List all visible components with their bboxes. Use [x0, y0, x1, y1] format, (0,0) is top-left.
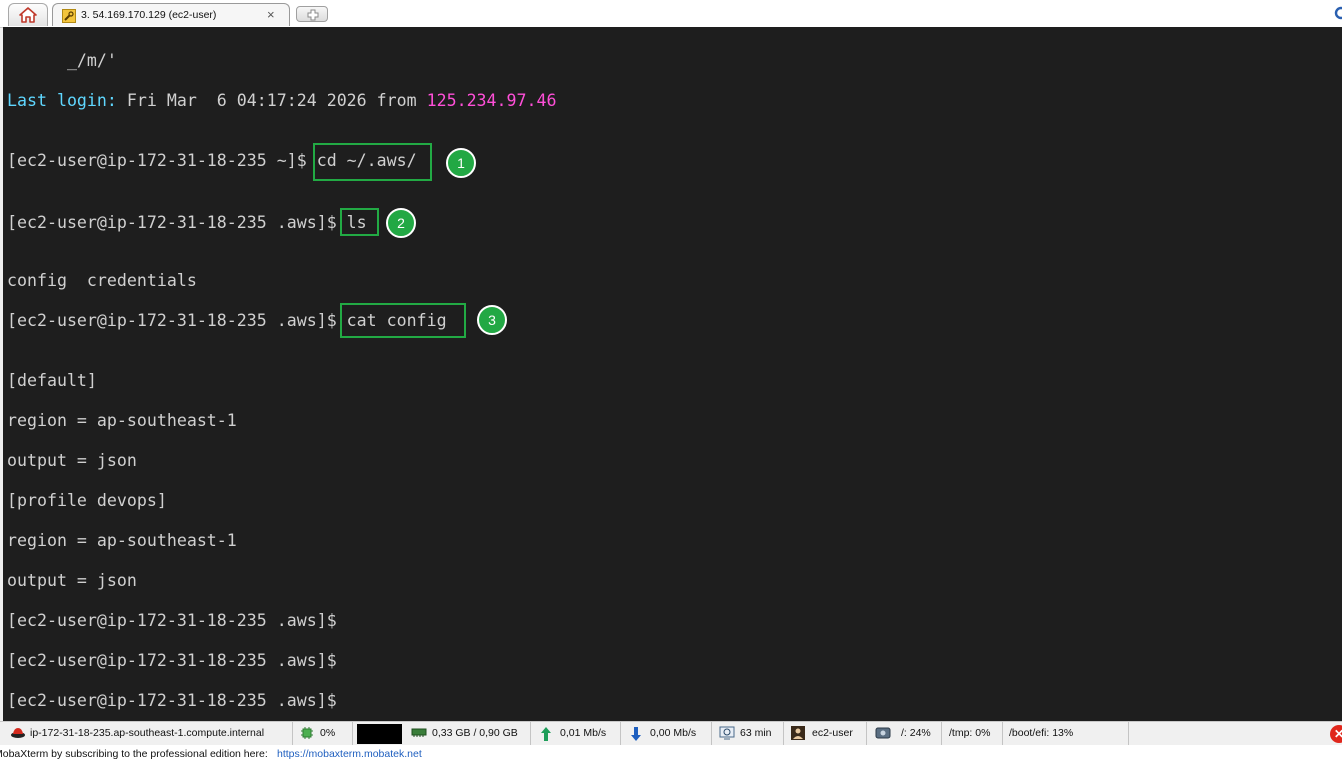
terminal-area[interactable]: _/m/' Last login: Fri Mar 6 04:17:24 202…: [3, 27, 1342, 721]
terminal-line-output: [profile devops]: [7, 491, 167, 510]
terminal-line-prompt: [ec2-user@ip-172-31-18-235 .aws]$: [7, 651, 337, 670]
memory-label: 0,33 GB / 0,90 GB: [432, 727, 518, 739]
uptime-label: 63 min: [740, 727, 772, 739]
upload-arrow-icon: [541, 727, 551, 741]
step-badge-2: 2: [386, 208, 416, 238]
home-tab[interactable]: [8, 3, 48, 26]
user-label: ec2-user: [812, 727, 853, 739]
terminal-line: _/m/': [7, 51, 117, 70]
shell-prompt: [ec2-user@ip-172-31-18-235 ~]$: [7, 151, 317, 170]
cpu-label: 0%: [320, 727, 336, 739]
shell-prompt: [ec2-user@ip-172-31-18-235 .aws]$: [7, 311, 347, 330]
status-download: 0,00 Mb/s: [621, 722, 712, 745]
monitor-clock-icon: [719, 726, 735, 740]
host-label: ip-172-31-18-235.ap-southeast-1.compute.…: [30, 727, 265, 739]
last-login-label: Last login:: [7, 91, 117, 110]
promo-footer: MobaXterm by subscribing to the professi…: [0, 745, 1342, 764]
upload-label: 0,01 Mb/s: [560, 727, 607, 739]
plus-icon: [307, 9, 319, 21]
user-icon: [791, 726, 805, 740]
last-login-ip: 125.234.97.46: [426, 91, 557, 110]
promo-text: MobaXterm by subscribing to the professi…: [0, 748, 268, 760]
terminal-line-prompt: [ec2-user@ip-172-31-18-235 .aws]$: [7, 691, 337, 710]
status-disk-root: /: 24%: [867, 722, 942, 745]
terminal-line-output: [default]: [7, 371, 97, 390]
close-session-icon[interactable]: ✕: [1330, 725, 1342, 743]
terminal-line-output: region = ap-southeast-1: [7, 531, 237, 550]
disk-boot-label: /boot/efi: 13%: [1009, 727, 1074, 739]
new-tab-button[interactable]: [296, 6, 328, 22]
status-uptime: 63 min: [712, 722, 784, 745]
tab-bar: 3. 54.169.170.129 (ec2-user) ×: [0, 0, 1342, 28]
disk-root-label: /: 24%: [901, 727, 931, 739]
download-label: 0,00 Mb/s: [650, 727, 697, 739]
disk-icon: [875, 727, 891, 739]
status-bar: ip-172-31-18-235.ap-southeast-1.compute.…: [0, 721, 1342, 745]
terminal-line-output: output = json: [7, 451, 137, 470]
mobaxterm-logo-icon: [1334, 6, 1342, 20]
wrench-icon: [62, 9, 76, 23]
download-arrow-icon: [631, 727, 641, 741]
last-login-date: Fri Mar 6 04:17:24 2026 from: [116, 91, 427, 110]
status-memory: 0,33 GB / 0,90 GB: [405, 722, 531, 745]
cpu-icon: [301, 727, 313, 739]
terminal-line-last-login: Last login: Fri Mar 6 04:17:24 2026 from…: [7, 91, 556, 111]
terminal-line-prompt: [ec2-user@ip-172-31-18-235 .aws]$: [7, 611, 337, 630]
shell-prompt: [ec2-user@ip-172-31-18-235 .aws]$: [7, 213, 347, 232]
highlight-box-ls: [340, 208, 379, 236]
cpu-graph: [357, 724, 402, 744]
highlight-box-cat: [340, 303, 466, 338]
status-cpu: 0%: [293, 722, 353, 745]
memory-icon: [411, 728, 427, 737]
terminal-line-ls: [ec2-user@ip-172-31-18-235 .aws]$ ls: [7, 213, 367, 233]
status-disk-boot: /boot/efi: 13%: [1003, 722, 1129, 745]
session-tab[interactable]: 3. 54.169.170.129 (ec2-user) ×: [52, 3, 290, 26]
status-host: ip-172-31-18-235.ap-southeast-1.compute.…: [0, 722, 293, 745]
highlight-box-cd: [313, 143, 432, 181]
home-icon: [19, 7, 37, 23]
redhat-icon: [11, 728, 25, 738]
status-upload: 0,01 Mb/s: [531, 722, 621, 745]
session-tab-label: 3. 54.169.170.129 (ec2-user): [81, 9, 217, 21]
terminal-line-output: config credentials: [7, 271, 197, 290]
terminal-line-output: output = json: [7, 571, 137, 590]
terminal-line-output: region = ap-southeast-1: [7, 411, 237, 430]
close-tab-icon[interactable]: ×: [267, 7, 275, 22]
promo-link[interactable]: https://mobaxterm.mobatek.net: [277, 748, 422, 760]
step-badge-1: 1: [446, 148, 476, 178]
status-user: ec2-user: [784, 722, 867, 745]
disk-tmp-label: /tmp: 0%: [949, 727, 991, 739]
step-badge-3: 3: [477, 305, 507, 335]
status-disk-tmp: /tmp: 0%: [942, 722, 1003, 745]
